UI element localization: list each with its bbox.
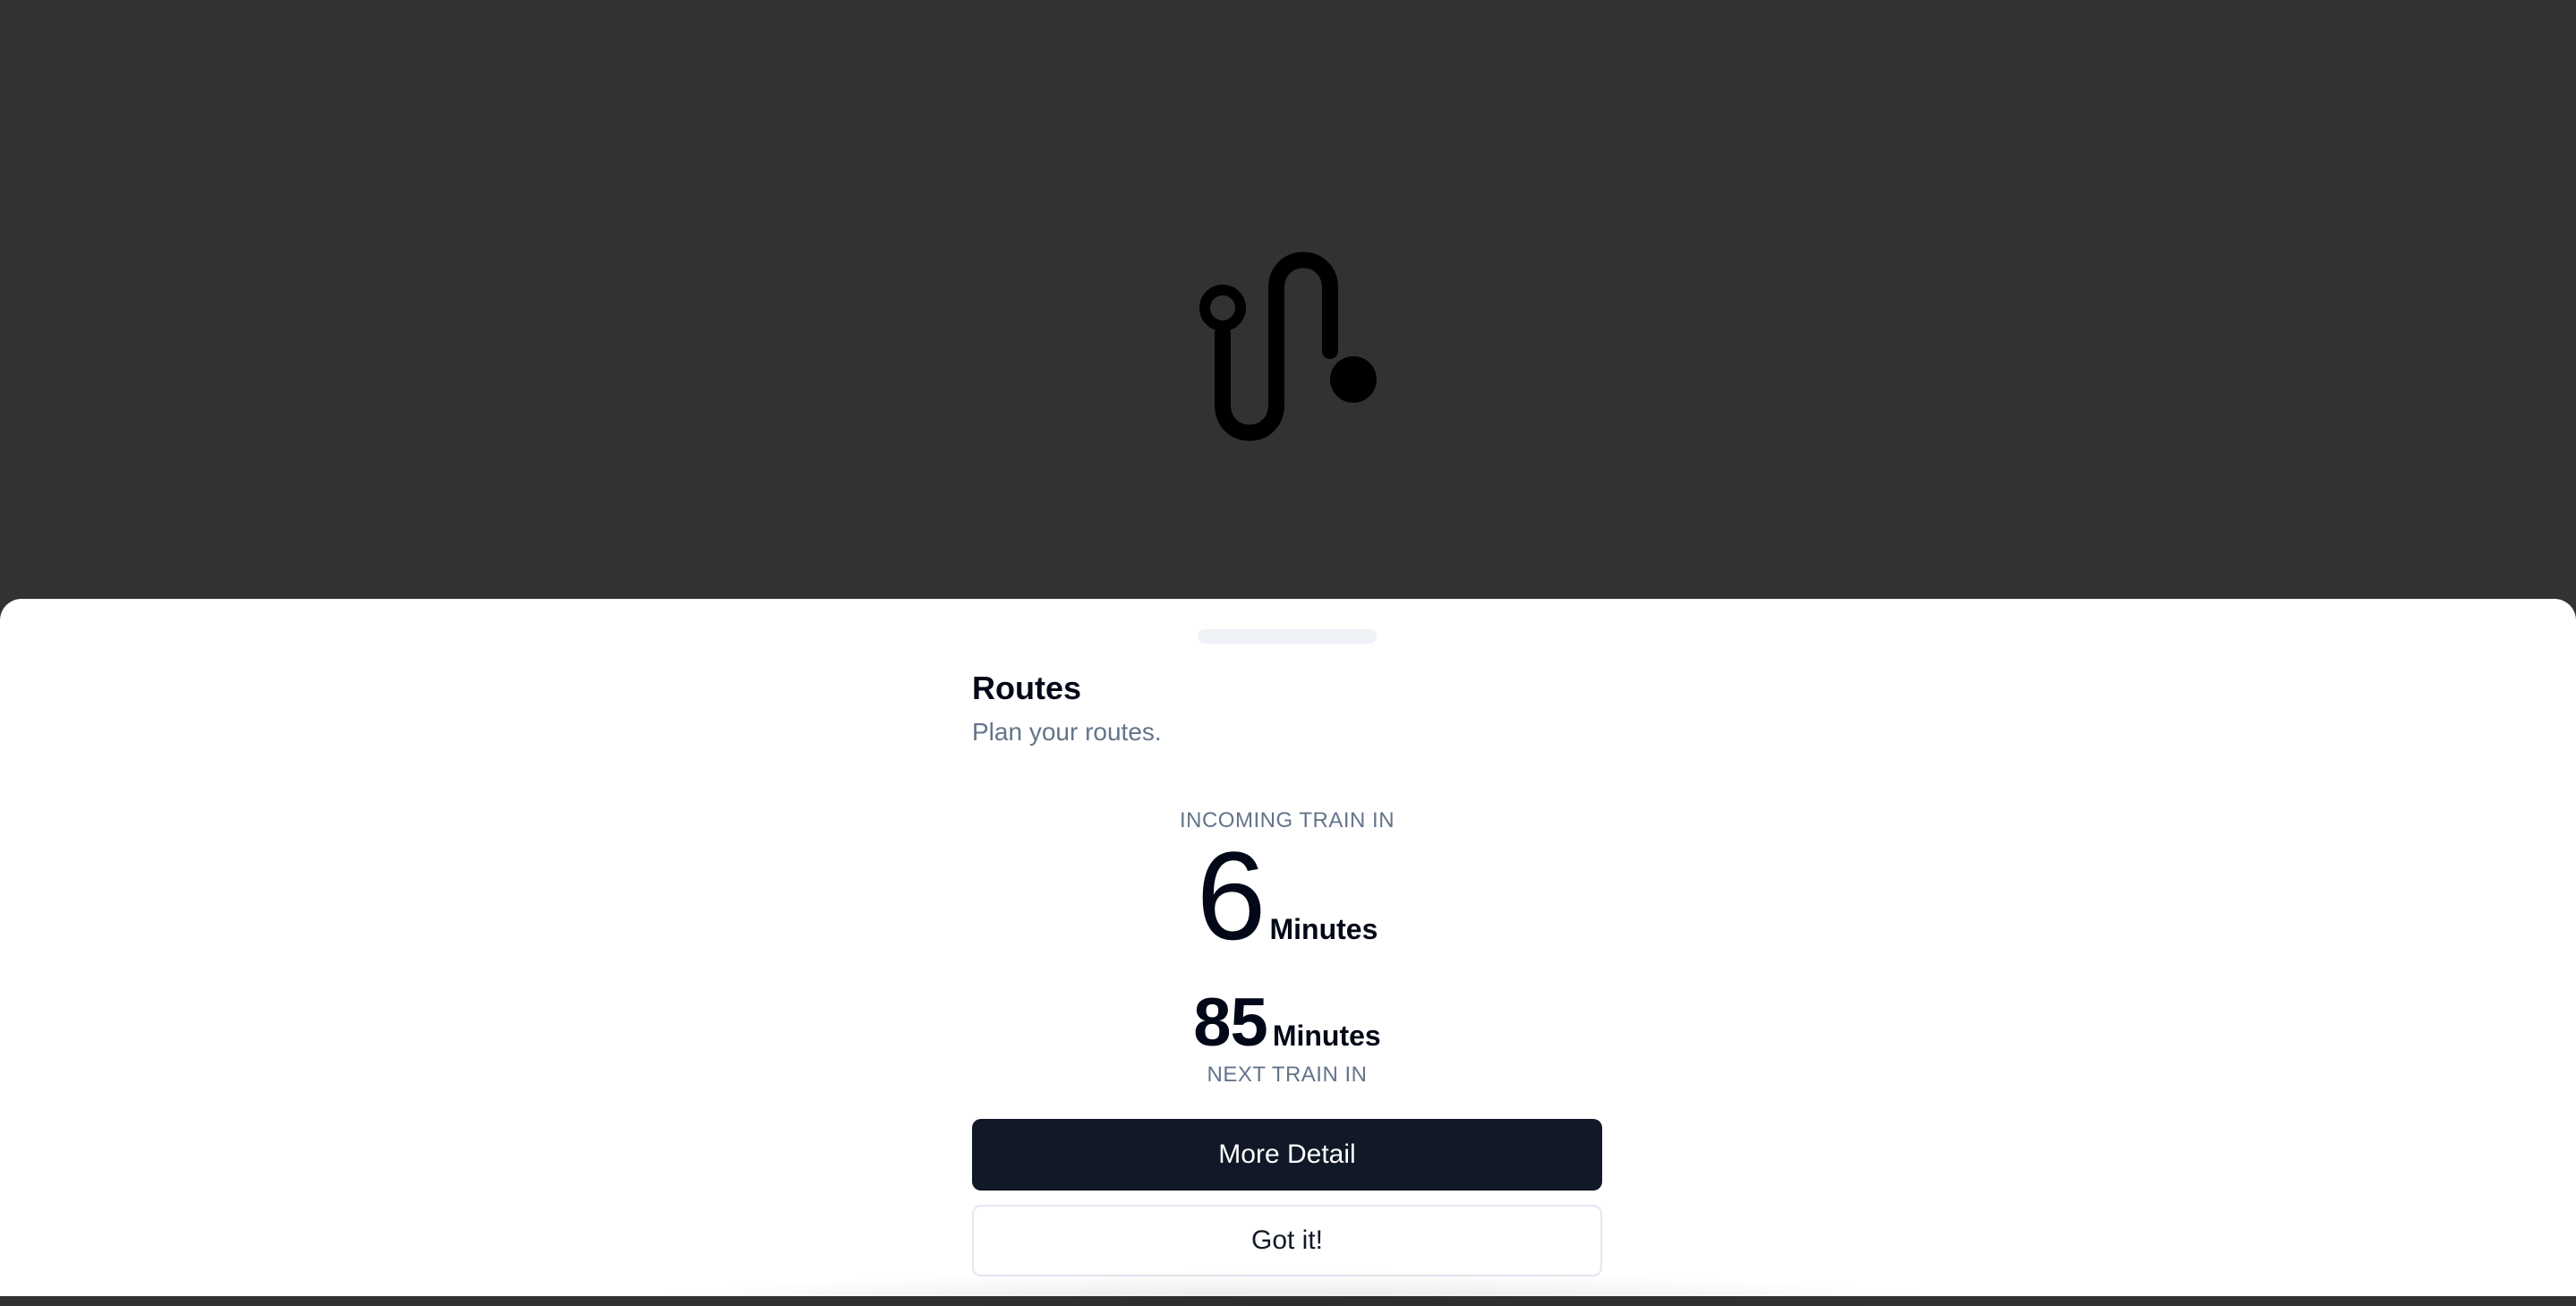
sheet-title: Routes xyxy=(972,670,1082,706)
next-train-label: NEXT TRAIN IN xyxy=(1207,1063,1368,1087)
incoming-train-unit: Minutes xyxy=(1269,913,1378,945)
incoming-train-countdown: 6 Minutes xyxy=(972,833,1602,959)
next-train-minutes: 85 xyxy=(1193,985,1268,1061)
next-train-countdown: 85 Minutes xyxy=(972,989,1602,1057)
got-it-button[interactable]: Got it! xyxy=(972,1205,1602,1276)
app-logo-icon xyxy=(1199,252,1377,441)
sheet-subtitle: Plan your routes. xyxy=(972,718,1162,746)
next-train-unit: Minutes xyxy=(1272,1020,1381,1052)
incoming-train-label: INCOMING TRAIN IN xyxy=(1179,808,1395,832)
sheet-content: Routes Plan your routes. INCOMING TRAIN … xyxy=(972,599,1602,1296)
more-detail-button[interactable]: More Detail xyxy=(972,1119,1602,1191)
bottom-sheet: Routes Plan your routes. INCOMING TRAIN … xyxy=(0,599,2576,1306)
incoming-train-minutes: 6 xyxy=(1196,825,1267,966)
